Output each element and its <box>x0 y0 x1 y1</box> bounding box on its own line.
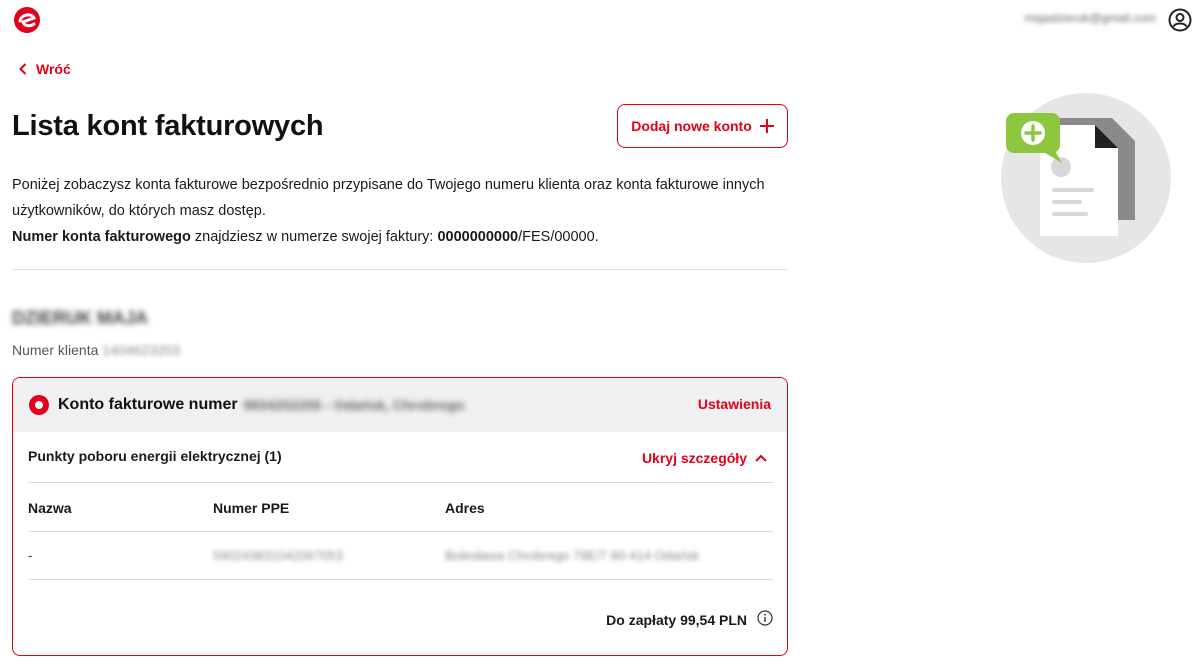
hide-details-label: Ukryj szczegóły <box>641 450 747 466</box>
chevron-up-icon <box>755 454 767 462</box>
client-number-value: 1404623203 <box>102 342 181 358</box>
column-header-address: Adres <box>445 500 485 516</box>
cell-address: Bolesława Chrobrego 79E/7 80-414 Odańsk <box>445 548 700 563</box>
account-title-value: 9934252255 - Odańsk, Chrobrego <box>243 397 465 413</box>
account-radio[interactable] <box>29 395 49 415</box>
add-account-label: Dodaj nowe konto <box>631 118 752 134</box>
description-example-rest: /FES/00000. <box>518 229 599 245</box>
cell-name: - <box>28 548 33 563</box>
user-circle-icon[interactable] <box>1168 8 1192 32</box>
page-description: Poniżej zobaczysz konta fakturowe bezpoś… <box>12 172 802 250</box>
description-example-bold: 0000000000 <box>437 229 519 245</box>
radio-dot <box>35 401 43 409</box>
table-header-divider <box>28 531 773 532</box>
chevron-left-icon <box>19 63 27 75</box>
account-title-label: Konto fakturowe numer <box>58 396 238 413</box>
description-mid: znajdziesz w numerze swojej faktury: <box>190 229 438 245</box>
account-card-header: Konto fakturowe numer 9934252255 - Odańs… <box>13 378 787 432</box>
column-header-name: Nazwa <box>28 500 72 516</box>
page-title: Lista kont fakturowych <box>12 110 324 142</box>
table-bottom-divider <box>28 579 773 580</box>
client-number: Numer klienta 1404623203 <box>12 342 180 358</box>
settings-link[interactable]: Ustawienia <box>698 396 771 412</box>
back-link[interactable]: Wróć <box>18 61 71 77</box>
amount-due: Do zapłaty 99,54 PLN <box>606 612 747 628</box>
hide-details-link[interactable]: Ukryj szczegóły <box>642 450 767 466</box>
billing-account-card: Konto fakturowe numer 9934252255 - Odańs… <box>12 377 788 656</box>
table-top-divider <box>28 482 773 483</box>
description-line2: Numer konta fakturowego znajdziesz w num… <box>12 224 802 250</box>
divider <box>12 269 788 270</box>
column-header-ppe: Numer PPE <box>213 500 290 516</box>
user-email: majadzieruk@gmail.com <box>1024 11 1156 25</box>
cell-ppe: 590243831042067053 <box>213 548 344 563</box>
description-bold: Numer konta fakturowego <box>12 229 191 245</box>
client-name: DZIERUK MAJA <box>12 308 149 328</box>
delivery-points-title: Punkty poboru energii elektrycznej (1) <box>28 448 282 464</box>
client-number-label: Numer klienta <box>12 342 99 358</box>
plus-icon <box>759 119 774 133</box>
back-label: Wróć <box>36 61 71 77</box>
document-add-illustration-icon <box>1001 93 1171 263</box>
info-icon[interactable] <box>757 610 773 626</box>
brand-logo-icon[interactable] <box>12 6 42 34</box>
description-line1: Poniżej zobaczysz konta fakturowe bezpoś… <box>12 177 765 219</box>
add-account-button[interactable]: Dodaj nowe konto <box>617 104 788 148</box>
